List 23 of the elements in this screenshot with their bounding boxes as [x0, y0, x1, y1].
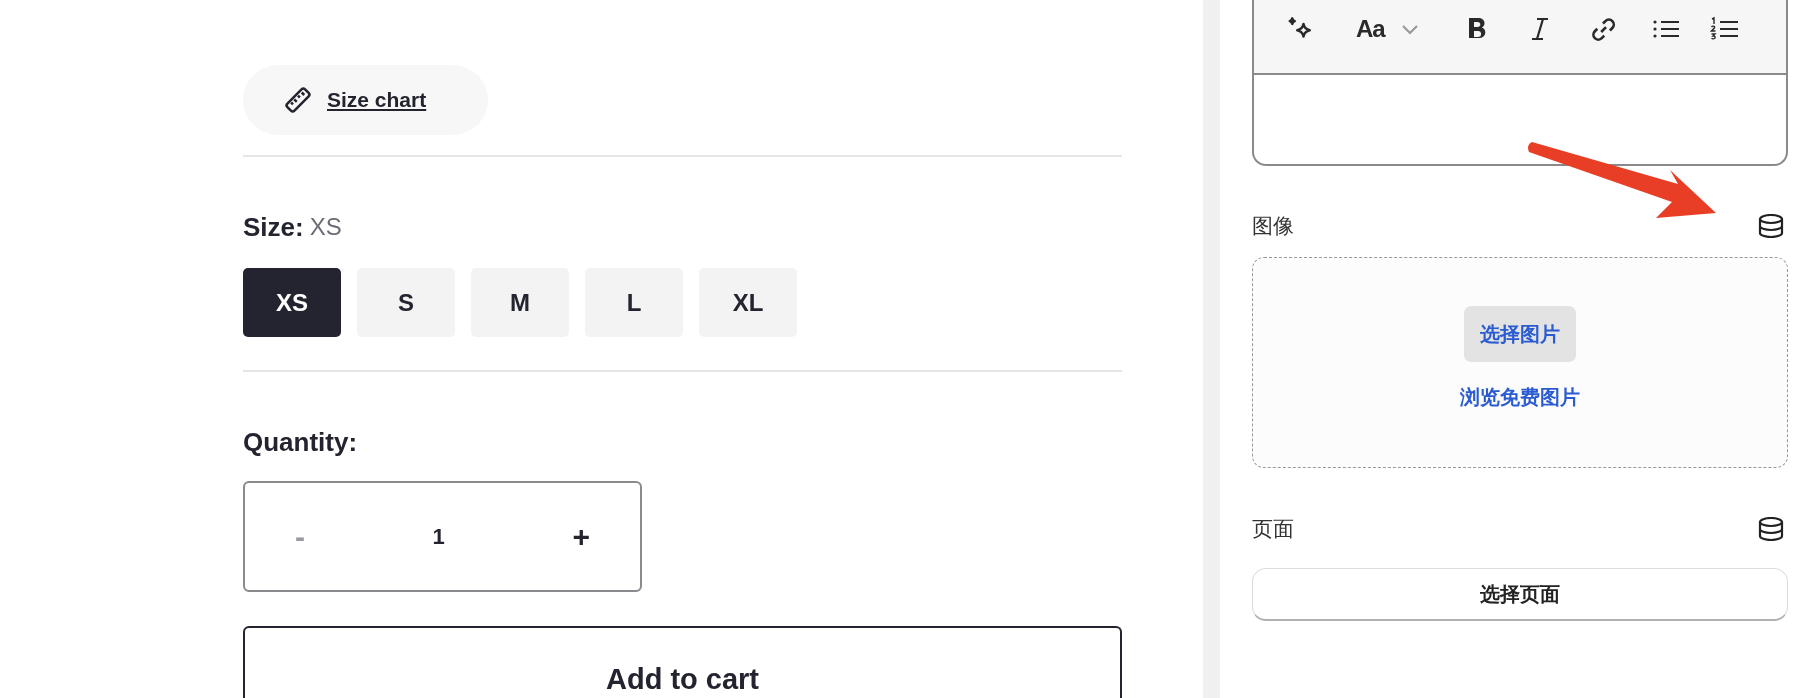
choose-page-button[interactable]: 选择页面	[1252, 568, 1788, 621]
database-icon[interactable]	[1758, 214, 1784, 238]
image-dropzone[interactable]: 选择图片 浏览免费图片	[1252, 257, 1788, 468]
size-option[interactable]: M	[471, 268, 569, 337]
size-option[interactable]: XS	[243, 268, 341, 337]
selected-size: XS	[309, 213, 342, 241]
font-style-button[interactable]: Aa	[1356, 12, 1385, 46]
increment-button[interactable]: +	[562, 519, 600, 554]
quantity-value[interactable]: 1	[432, 523, 445, 550]
size-label: Size:	[243, 211, 304, 243]
page-label: 页面	[1252, 516, 1294, 543]
database-icon[interactable]	[1758, 517, 1784, 541]
size-option[interactable]: XL	[699, 268, 797, 337]
size-option[interactable]: L	[585, 268, 683, 337]
add-to-cart-button[interactable]: Add to cart	[243, 626, 1122, 698]
rich-text-editor[interactable]: Aa	[1252, 0, 1788, 166]
size-chart-button[interactable]: Size chart	[243, 65, 488, 135]
browse-free-images-link[interactable]: 浏览免费图片	[1460, 384, 1580, 411]
ruler-icon	[283, 85, 313, 115]
image-label: 图像	[1252, 213, 1294, 240]
choose-image-button[interactable]: 选择图片	[1464, 306, 1576, 362]
quantity-label: Quantity:	[243, 429, 358, 455]
size-option[interactable]: S	[357, 268, 455, 337]
